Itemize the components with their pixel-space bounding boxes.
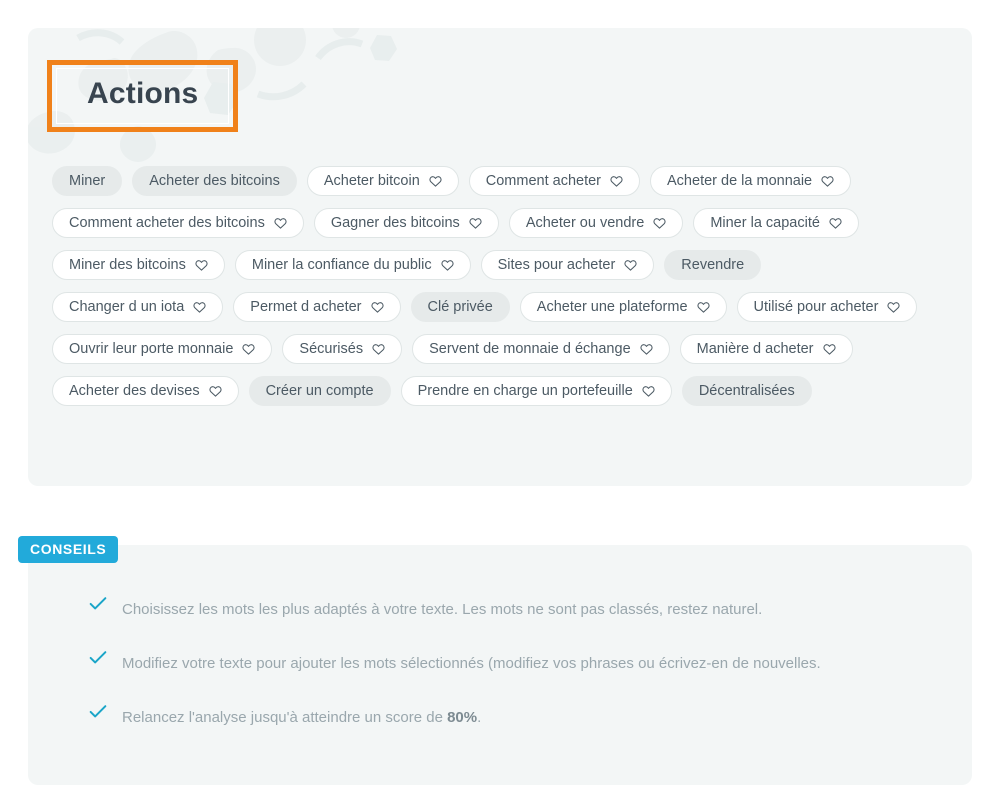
action-tag-label: Miner la confiance du public [251, 256, 432, 273]
action-tag[interactable]: Miner la confiance du public [234, 250, 471, 280]
action-tag-label: Sites pour acheter [497, 256, 616, 273]
action-tag[interactable]: Revendre [664, 250, 762, 280]
action-tag-label: Ouvrir leur porte monnaie [69, 340, 234, 357]
action-tag[interactable]: Acheter bitcoin [306, 166, 459, 196]
actions-panel: Actions Miner Acheter des bitcoins Acheter… [28, 28, 972, 486]
action-tag-label: Sécurisés [299, 340, 364, 357]
check-icon [88, 699, 108, 723]
action-tag[interactable]: Acheter des devises [52, 376, 239, 406]
action-tag[interactable]: Prendre en charge un portefeuille [400, 376, 672, 406]
tip-row: Choisissez les mots les plus adaptés à v… [88, 590, 928, 630]
action-tag-label: Comment acheter des bitcoins [69, 214, 265, 231]
heart-outline-icon[interactable] [821, 175, 834, 188]
heart-outline-icon[interactable] [822, 343, 836, 356]
action-tag-label: Utilisé pour acheter [753, 298, 879, 315]
heart-outline-icon[interactable] [696, 301, 710, 314]
heart-outline-icon[interactable] [887, 301, 901, 314]
heart-outline-icon[interactable] [208, 385, 222, 398]
action-tag[interactable]: Changer d un iota [52, 292, 224, 322]
heart-outline-icon[interactable] [193, 301, 206, 314]
tips-list: Choisissez les mots les plus adaptés à v… [88, 590, 928, 752]
action-tag[interactable]: Miner la capacité [693, 208, 859, 238]
heart-outline-icon[interactable] [642, 385, 655, 398]
tip-row: Modifiez votre texte pour ajouter les mo… [88, 644, 928, 684]
tip-text-lead: Choisissez les mots les plus adaptés à v… [122, 601, 763, 618]
heart-outline-icon[interactable] [829, 217, 842, 230]
action-tag[interactable]: Comment acheter [468, 166, 641, 196]
action-tag-label: Prendre en charge un portefeuille [417, 382, 633, 399]
action-tag-label: Miner la capacité [710, 214, 820, 231]
heart-outline-icon[interactable] [624, 259, 637, 272]
heart-outline-icon[interactable] [610, 175, 623, 188]
action-tag-label: Miner des bitcoins [69, 256, 186, 273]
action-tag[interactable]: Ouvrir leur porte monnaie [52, 334, 273, 364]
action-tag-label: Acheter de la monnaie [667, 172, 813, 189]
action-tag[interactable]: Comment acheter des bitcoins [52, 208, 304, 238]
conseils-panel: Choisissez les mots les plus adaptés à v… [28, 545, 972, 785]
action-tag[interactable]: Gagner des bitcoins [313, 208, 499, 238]
page-title: Actions [87, 77, 199, 110]
action-tag-label: Miner [69, 172, 106, 189]
action-tag-label: Créer un compte [265, 382, 374, 399]
tip-text-lead: Relancez l'analyse jusqu'à atteindre un … [122, 709, 448, 726]
check-icon [88, 645, 108, 669]
heart-outline-icon[interactable] [640, 343, 653, 356]
action-tag[interactable]: Acheter des bitcoins [132, 166, 297, 196]
action-tag-label: Changer d un iota [69, 298, 185, 315]
action-tag-label: Revendre [681, 256, 745, 273]
action-tag[interactable]: Décentralisées [681, 376, 812, 406]
check-icon [88, 591, 108, 615]
heart-outline-icon[interactable] [469, 217, 482, 230]
action-tag-label: Gagner des bitcoins [330, 214, 460, 231]
action-tag-label: Permet d acheter [250, 298, 362, 315]
action-tag-label: Acheter des bitcoins [149, 172, 280, 189]
action-tag[interactable]: Clé privée [410, 292, 510, 322]
tip-row: Relancez l'analyse jusqu'à atteindre un … [88, 698, 928, 738]
heart-outline-icon[interactable] [274, 217, 287, 230]
page-root: Actions Miner Acheter des bitcoins Acheter… [0, 0, 987, 792]
heart-outline-icon[interactable] [653, 217, 666, 230]
tip-text: Relancez l'analyse jusqu'à atteindre un … [122, 698, 481, 738]
heart-outline-icon[interactable] [372, 343, 385, 356]
action-tag-label: Acheter une plateforme [536, 298, 688, 315]
action-tag[interactable]: Servent de monnaie d échange [412, 334, 670, 364]
action-tag[interactable]: Acheter de la monnaie [650, 166, 852, 196]
action-tag[interactable]: Utilisé pour acheter [736, 292, 918, 322]
heart-outline-icon[interactable] [370, 301, 384, 314]
action-tag-label: Décentralisées [698, 382, 795, 399]
action-tag-label: Acheter bitcoin [323, 172, 420, 189]
heart-outline-icon[interactable] [195, 259, 208, 272]
heart-outline-icon[interactable] [242, 343, 256, 356]
action-tag[interactable]: Acheter une plateforme [519, 292, 727, 322]
heart-outline-icon[interactable] [429, 175, 442, 188]
tip-text-lead: Modifiez votre texte pour ajouter les mo… [122, 655, 821, 672]
action-tag[interactable]: Miner des bitcoins [52, 250, 225, 280]
action-tag-label: Clé privée [427, 298, 493, 315]
action-tag-label: Servent de monnaie d échange [429, 340, 631, 357]
tip-text: Modifiez votre texte pour ajouter les mo… [122, 644, 821, 684]
action-tag-label: Acheter ou vendre [525, 214, 645, 231]
tip-text: Choisissez les mots les plus adaptés à v… [122, 590, 762, 630]
action-tag[interactable]: Créer un compte [248, 376, 391, 406]
action-tag-label: Acheter des devises [69, 382, 200, 399]
heart-outline-icon[interactable] [441, 259, 454, 272]
action-tag[interactable]: Manière d acheter [679, 334, 853, 364]
page-title-inner-border: Actions [56, 68, 230, 124]
action-tag[interactable]: Permet d acheter [233, 292, 401, 322]
action-tag[interactable]: Sites pour acheter [480, 250, 655, 280]
action-tag[interactable]: Sécurisés [282, 334, 403, 364]
action-tag-label: Comment acheter [485, 172, 602, 189]
tip-text-tail: . [477, 709, 482, 726]
page-title-highlight: Actions [47, 60, 239, 132]
action-tag-label: Manière d acheter [696, 340, 814, 357]
action-tag[interactable]: Acheter ou vendre [508, 208, 684, 238]
action-tag[interactable]: Miner [52, 166, 123, 196]
tip-text-emphasis: 80% [447, 709, 478, 726]
conseils-badge: CONSEILS [18, 536, 119, 563]
action-tag-cloud: Miner Acheter des bitcoins Acheter bitcoin… [52, 166, 938, 406]
